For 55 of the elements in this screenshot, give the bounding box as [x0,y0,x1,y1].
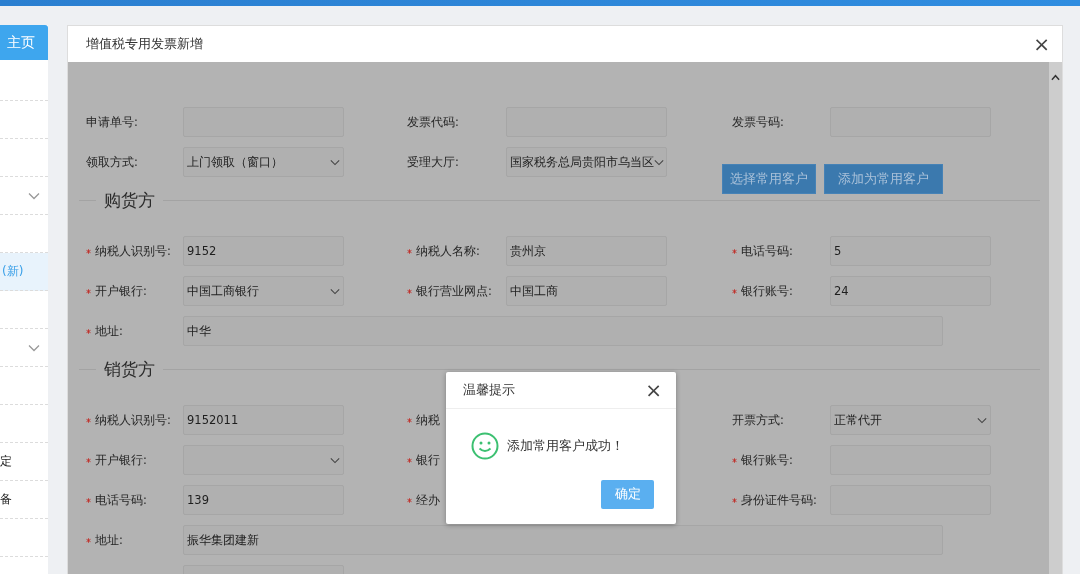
dialog-title: 增值税专用发票新增 [86,35,203,53]
section-title: 销货方 [103,357,156,381]
field-label: 申请单号: [86,114,138,130]
field-label: 领取方式: [86,154,138,170]
field-label: 银行 [416,452,440,468]
field-label: 纳税人识别号: [95,243,171,259]
input-field[interactable]: 振华集团建新 [183,525,943,555]
field-label: 纳税 [416,412,440,428]
field-label: 电话号码: [741,243,793,259]
chevron-down-icon [28,191,40,200]
field-label: 银行账号: [741,283,793,299]
scroll-up-icon[interactable] [1051,74,1060,81]
field-label: 经办 [416,492,440,508]
field-label: 发票代码: [407,114,459,130]
field-label: 开票方式: [732,412,784,428]
field-label: 受理大厅: [407,154,459,170]
input-field[interactable]: 贵州京 [506,236,667,266]
chevron-down-icon [330,287,340,295]
field-label: 银行营业网点: [416,283,492,299]
close-button[interactable]: × [645,378,662,402]
sidebar-item[interactable]: 定 [0,443,48,481]
smiley-icon [471,432,499,460]
select-field[interactable]: 上门领取（窗口） [183,147,344,177]
field-label: 身份证件号码: [741,492,817,508]
input-field[interactable]: 9152011 [183,405,344,435]
field-label: 电话号码: [95,492,147,508]
dialog-title: 温馨提示 [463,381,515,399]
field-label: 开户银行: [95,283,147,299]
chevron-down-icon [28,343,40,352]
select-field[interactable] [183,445,344,475]
scrollbar[interactable] [1049,62,1062,574]
field-label: 纳税人识别号: [95,412,171,428]
chevron-down-icon [977,416,987,424]
field-label: 发票号码: [732,114,784,130]
select-field[interactable]: 中国工商银行 [183,276,344,306]
chevron-down-icon [330,158,340,166]
close-button[interactable]: × [1033,34,1050,54]
field-label: 地址: [95,532,123,548]
field-label: 纳税人名称: [416,243,480,259]
field-label: 银行账号: [741,452,793,468]
select-field[interactable]: 正常代开 [830,405,991,435]
field-label: 开户银行: [95,452,147,468]
select-field[interactable]: 国家税务总局贵阳市乌当区 [506,147,667,177]
input-field[interactable]: 中国工商 [506,276,667,306]
input-field[interactable]: 5 [830,236,991,266]
sidebar-item[interactable]: 备 [0,481,48,519]
chevron-down-icon [654,158,664,166]
input-field[interactable]: 中华 [183,316,943,346]
chevron-down-icon [330,456,340,464]
message-text: 添加常用客户成功！ [507,437,624,455]
section-title: 购货方 [103,188,156,212]
input-field[interactable]: 9152 [183,236,344,266]
input-field[interactable]: 139 [183,485,344,515]
input-field[interactable]: 24 [830,276,991,306]
field-label: 地址: [95,323,123,339]
